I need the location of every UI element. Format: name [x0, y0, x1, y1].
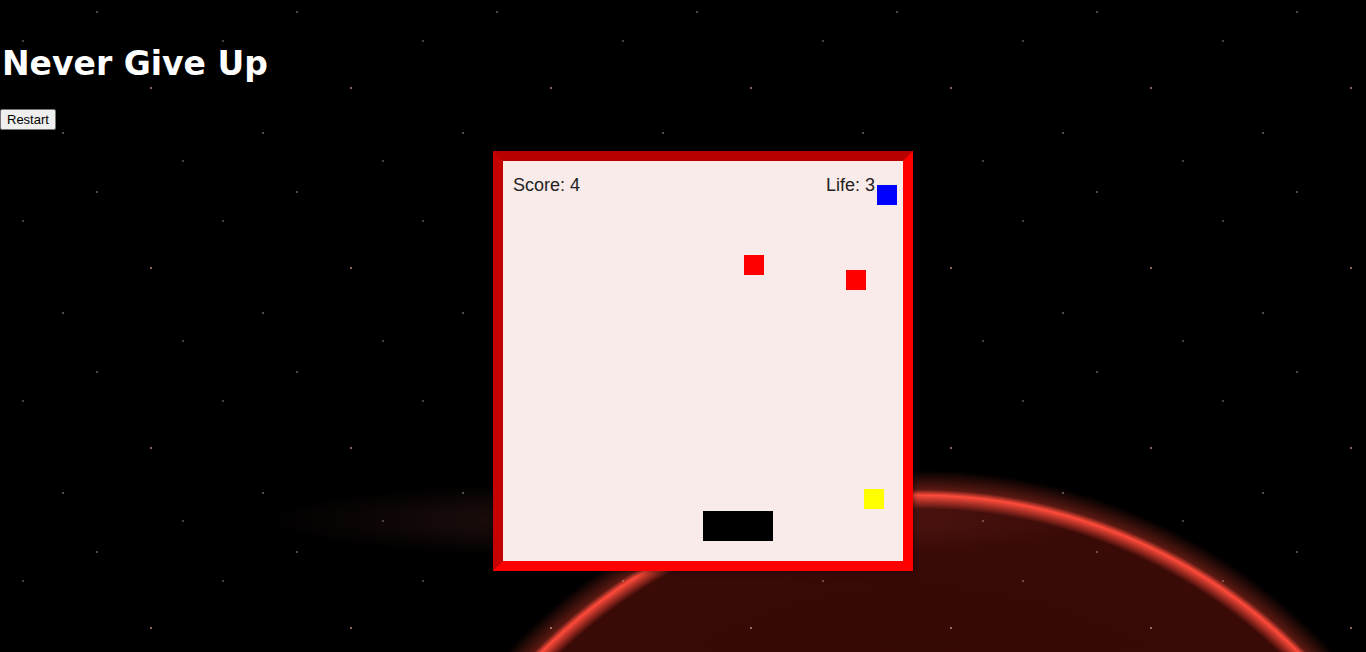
- game-canvas[interactable]: Score: 4 Life: 3: [503, 161, 903, 561]
- falling-block: [744, 255, 764, 275]
- game-stage: Score: 4 Life: 3: [493, 151, 913, 571]
- life-label: Life: 3: [826, 174, 875, 196]
- falling-block: [846, 270, 866, 290]
- restart-button[interactable]: Restart: [0, 109, 56, 130]
- paddle[interactable]: [703, 511, 773, 541]
- falling-block: [877, 185, 897, 205]
- falling-block: [864, 489, 884, 509]
- game-page: Never Give Up Restart Score: 4 Life: 3: [0, 0, 1366, 571]
- hud: Score: 4 Life: 3: [503, 161, 903, 196]
- game-frame: Score: 4 Life: 3: [493, 151, 913, 571]
- page-title: Never Give Up: [0, 0, 268, 84]
- score-label: Score: 4: [513, 174, 580, 196]
